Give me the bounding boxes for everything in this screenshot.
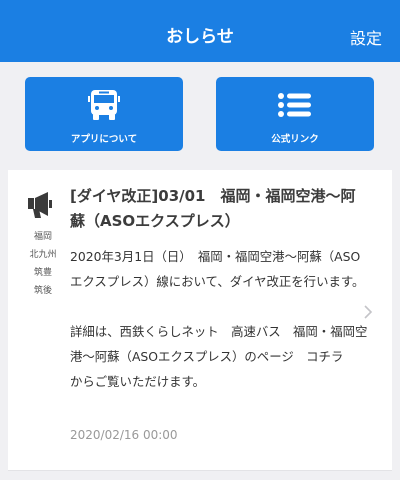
divider [8,470,392,471]
news-body: 2020年3月1日（日） 福岡・福岡空港〜阿蘇（ASOエクスプレス）線において、… [70,244,368,419]
news-paragraph: 2020年3月1日（日） 福岡・福岡空港〜阿蘇（ASOエクスプレス）線において、… [70,249,365,289]
news-paragraph: 詳細は、西鉄くらしネット 高速バス 福岡・福岡空港〜阿蘇（ASOエクスプレス）の… [70,324,368,389]
news-item[interactable]: 福岡 北九州 筑豊 筑後 [ダイヤ改正]03/01 福岡・福岡空港〜阿蘇（ASO… [8,170,392,470]
app-header: おしらせ 設定 [0,0,400,62]
megaphone-icon [28,192,58,222]
news-date: 2020/02/16 00:00 [70,428,178,442]
region-tag: 筑後 [33,286,52,296]
about-app-button[interactable]: アプリについて [25,77,183,151]
page-title: おしらせ [166,27,234,47]
region-tags: 福岡 北九州 筑豊 筑後 [27,228,59,300]
settings-button[interactable]: 設定 [350,25,382,49]
region-tag: 福岡 [33,232,52,242]
bus-icon [25,89,183,121]
news-title: [ダイヤ改正]03/01 福岡・福岡空港〜阿蘇（ASOエクスプレス） [70,187,356,230]
official-links-label: 公式リンク [271,134,319,145]
list-icon [216,89,374,121]
about-app-label: アプリについて [70,134,138,145]
chevron-right-icon [363,304,373,324]
region-tag: 北九州 [29,250,57,260]
official-links-button[interactable]: 公式リンク [216,77,374,151]
region-tag: 筑豊 [33,268,52,278]
